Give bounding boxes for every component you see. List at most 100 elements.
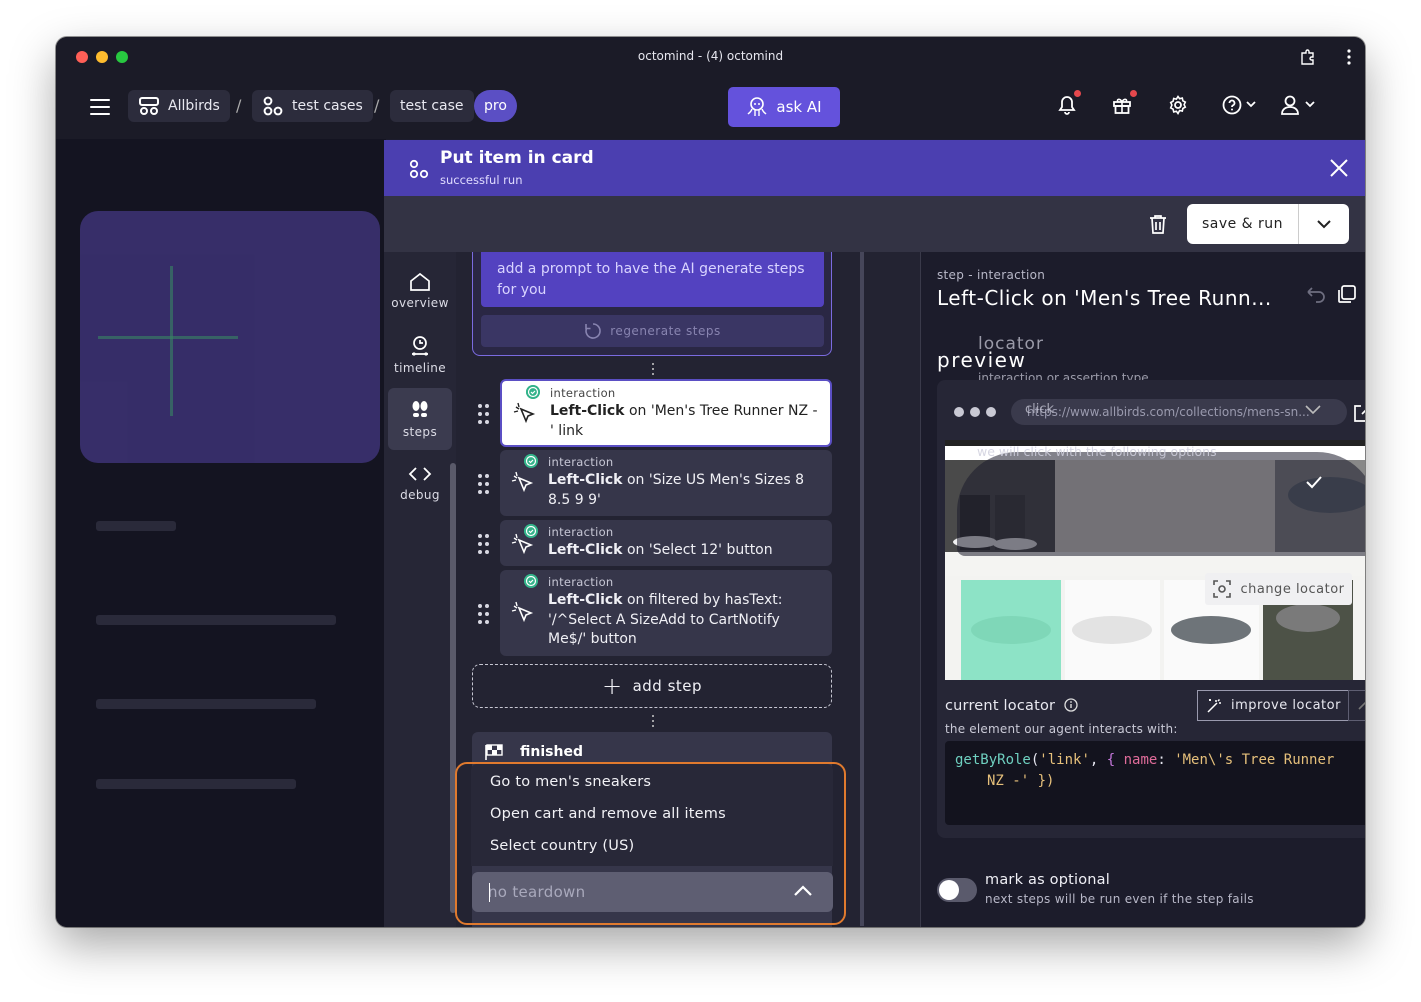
info-icon[interactable] <box>1064 698 1078 712</box>
step-description: Left-Click on 'Size US Men's Sizes 8 8.5… <box>548 471 822 510</box>
click-cursor-icon <box>513 402 536 424</box>
footsteps-icon <box>412 401 428 417</box>
step-description: Left-Click on filtered by hasText: '/^Se… <box>548 591 822 650</box>
chevron-down-icon <box>1305 405 1321 415</box>
step-detail-title: Left-Click on 'Men's Tree Runn... <box>937 286 1272 310</box>
tab-timeline[interactable]: timeline <box>388 324 452 386</box>
step-detail-panel: step - interaction Left-Click on 'Men's … <box>920 252 1365 927</box>
external-link-icon[interactable] <box>1352 402 1365 424</box>
drag-handle-icon[interactable] <box>478 474 490 494</box>
dropdown-ghost-overlay <box>957 452 1365 556</box>
magic-wand-icon <box>1207 698 1222 713</box>
step-type: interaction <box>548 525 614 539</box>
step-action: Left-Click <box>548 592 623 608</box>
ask-ai-label: ask AI <box>776 98 822 116</box>
breadcrumb-project[interactable]: Allbirds <box>128 90 230 122</box>
drag-handle-icon[interactable] <box>478 404 490 424</box>
breadcrumb-test-case[interactable]: test case <box>390 90 474 122</box>
page-screenshot: change locator <box>945 440 1365 680</box>
change-locator-label: change locator <box>1240 581 1345 597</box>
test-case-icon <box>409 159 429 179</box>
code-line-2: NZ -' }) <box>987 773 1055 789</box>
save-and-run-menu-button[interactable] <box>1299 204 1349 244</box>
trash-icon[interactable] <box>1149 214 1167 234</box>
save-and-run-button[interactable]: save & run <box>1187 204 1299 244</box>
connector-dots <box>652 363 654 375</box>
step-type: interaction <box>548 575 614 589</box>
step-item[interactable]: interaction Left-Click on 'Select 12' bu… <box>500 520 832 566</box>
change-locator-button[interactable]: change locator <box>1205 573 1352 605</box>
gear-icon[interactable] <box>1168 95 1188 115</box>
duplicate-icon[interactable] <box>1337 284 1357 304</box>
help-icon[interactable] <box>1222 95 1260 117</box>
click-cursor-icon <box>511 471 534 493</box>
code-icon <box>408 467 432 481</box>
mark-optional-label: mark as optional <box>985 872 1110 888</box>
step-action: Left-Click <box>548 542 623 558</box>
ask-ai-button[interactable]: ask AI <box>728 87 840 127</box>
tab-overview[interactable]: overview <box>388 260 452 322</box>
success-check-icon <box>524 574 538 588</box>
step-item[interactable]: interaction Left-Click on filtered by ha… <box>500 570 832 656</box>
user-icon[interactable] <box>1280 95 1320 117</box>
chevron-down-icon <box>1317 219 1331 228</box>
element-interacts-label: the element our agent interacts with: <box>945 722 1178 736</box>
tab-steps[interactable]: steps <box>388 388 452 450</box>
scrollbar-divider[interactable] <box>860 252 864 926</box>
step-type: interaction <box>548 455 614 469</box>
window-title: octomind - (4) octomind <box>637 49 784 63</box>
ghost-locator-label: locator <box>978 334 1044 354</box>
plan-badge: pro <box>474 90 517 122</box>
mark-optional-description: next steps will be run even if the step … <box>985 892 1254 906</box>
current-locator-label: current locator <box>945 698 1078 714</box>
plus-icon: + <box>601 672 623 700</box>
drawer-header: Put item in card successful run <box>384 140 1365 196</box>
add-step-button[interactable]: + add step <box>472 664 832 708</box>
app-header: Allbirds / test cases / test case pro as… <box>56 77 1365 139</box>
window-titlebar: octomind - (4) octomind <box>56 37 1365 77</box>
improve-locator-button[interactable]: improve locator <box>1197 690 1349 721</box>
current-locator-text: current locator <box>945 698 1056 714</box>
undo-icon[interactable] <box>1304 284 1326 304</box>
save-and-run-button-group: save & run <box>1187 204 1349 244</box>
tab-steps-label: steps <box>402 425 438 439</box>
chevron-up-icon <box>1358 701 1365 710</box>
background-card <box>80 211 380 463</box>
improve-locator-toggle[interactable] <box>1348 690 1365 721</box>
breadcrumb-test-case-label: test case <box>400 98 464 114</box>
drawer-subtitle: successful run <box>440 173 523 187</box>
finished-label: finished <box>520 744 583 760</box>
ghost-type-value: click <box>1025 402 1055 417</box>
success-check-icon <box>524 454 538 468</box>
breadcrumb-test-cases[interactable]: test cases <box>252 90 373 122</box>
locator-code[interactable]: getByRole('link', { name: 'Men\'s Tree R… <box>945 741 1365 825</box>
gift-icon[interactable] <box>1112 95 1132 115</box>
step-description: Left-Click on 'Men's Tree Runner NZ -' l… <box>550 402 820 441</box>
tab-timeline-label: timeline <box>394 361 446 375</box>
code-function: getByRole <box>955 752 1031 768</box>
target-scan-icon <box>1213 580 1232 598</box>
more-vertical-icon[interactable] <box>1347 49 1351 65</box>
prompt-card: add a prompt to have the AI generate ste… <box>472 252 832 356</box>
tab-debug[interactable]: debug <box>388 452 452 514</box>
drag-handle-icon[interactable] <box>478 604 490 624</box>
prompt-text[interactable]: add a prompt to have the AI generate ste… <box>481 252 824 307</box>
step-type: interaction <box>550 386 616 400</box>
drawer-sidebar: overview timeline steps debug <box>384 252 456 927</box>
step-action: Left-Click <box>550 403 625 419</box>
step-item[interactable]: interaction Left-Click on 'Size US Men's… <box>500 450 832 516</box>
step-item[interactable]: interaction Left-Click on 'Men's Tree Ru… <box>500 379 832 447</box>
menu-icon[interactable] <box>90 99 110 115</box>
bell-icon[interactable] <box>1058 95 1076 117</box>
check-icon <box>1306 476 1322 489</box>
success-check-icon <box>526 385 540 399</box>
regenerate-steps-button[interactable]: regenerate steps <box>481 315 824 347</box>
drag-handle-icon[interactable] <box>478 534 490 554</box>
code-string: 'Men\'s Tree Runner <box>1174 752 1335 768</box>
mark-optional-toggle[interactable] <box>937 878 977 902</box>
extensions-icon[interactable] <box>1299 48 1317 66</box>
close-icon[interactable] <box>1329 158 1349 178</box>
octopus-icon <box>747 97 767 116</box>
add-step-label: add step <box>632 677 703 695</box>
step-kind-label: step - interaction <box>937 268 1046 282</box>
